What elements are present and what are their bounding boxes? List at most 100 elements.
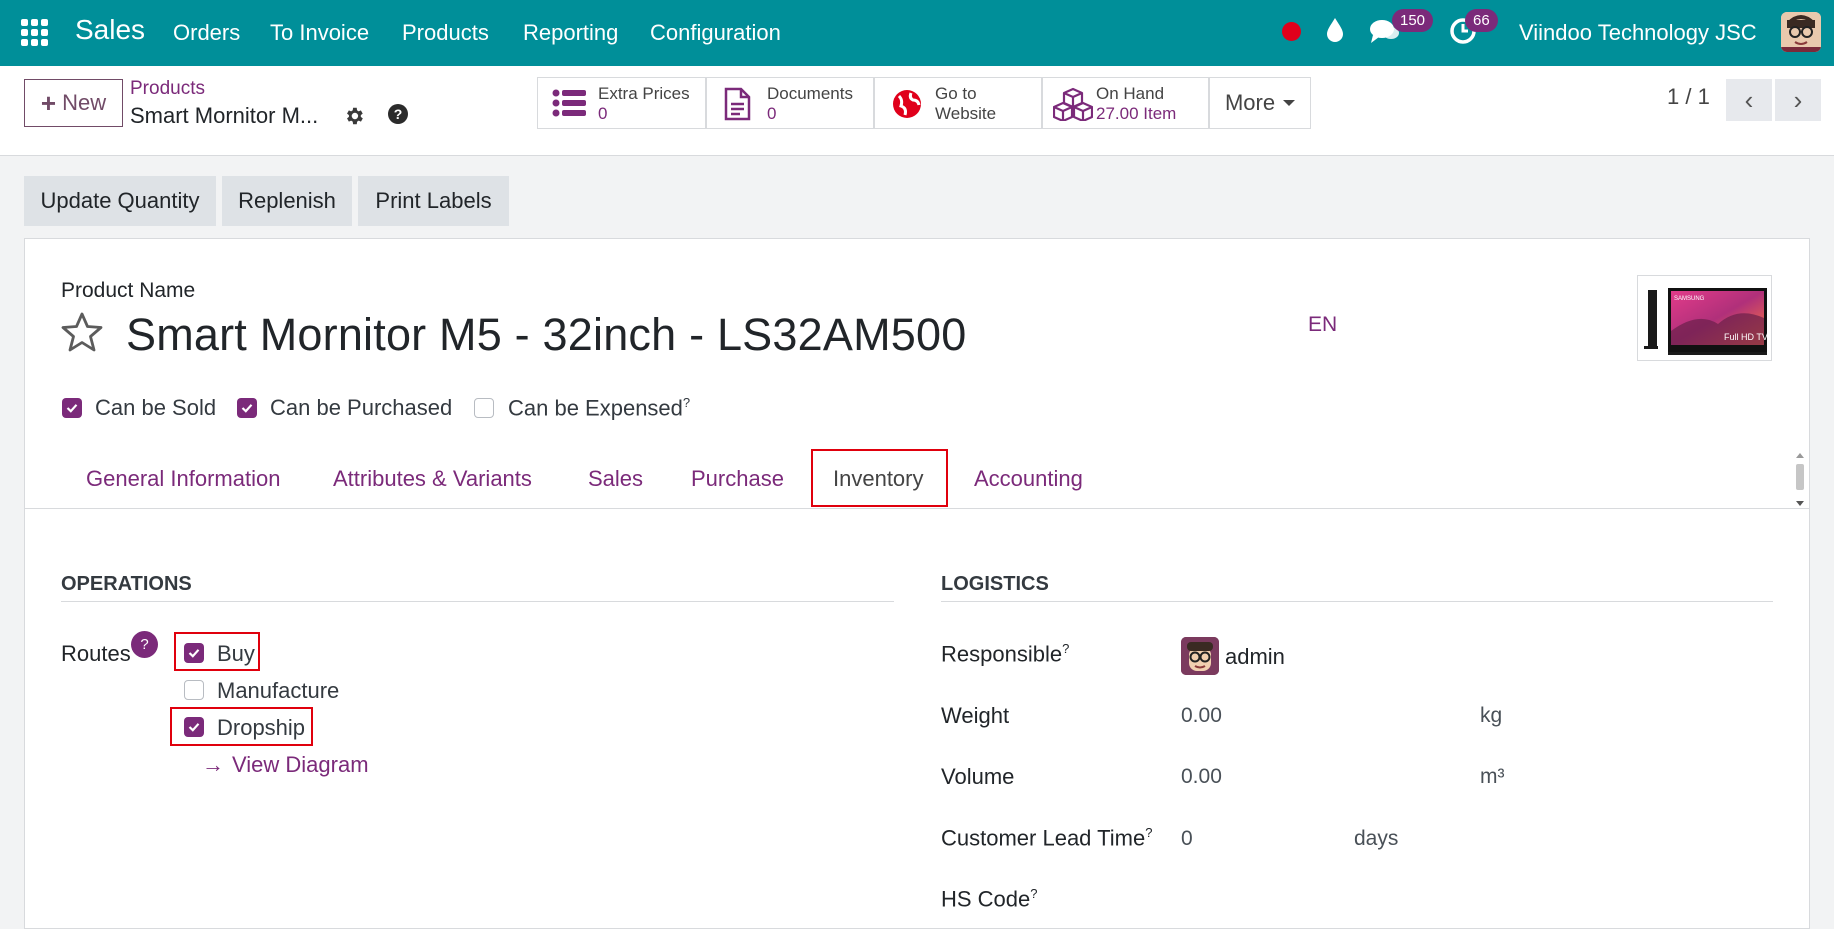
plus-icon: +: [40, 87, 57, 118]
operations-section-title: OPERATIONS: [61, 573, 192, 595]
route-dropship-checkbox[interactable]: [184, 717, 204, 737]
responsible-avatar: [1181, 637, 1219, 675]
menu-products[interactable]: Products: [402, 20, 489, 46]
responsible-text: Responsible: [941, 641, 1063, 667]
documents-button[interactable]: Documents 0: [706, 77, 874, 129]
route-manufacture-label[interactable]: Manufacture: [217, 678, 339, 704]
control-panel: + New Products Smart Mornitor M... ? Ext…: [0, 66, 1834, 156]
weight-label: Weight: [941, 703, 1010, 728]
view-diagram-label: View Diagram: [232, 752, 369, 777]
pager-next-button[interactable]: ›: [1775, 79, 1821, 121]
record-icon[interactable]: [1282, 22, 1301, 41]
product-name-label: Product Name: [61, 279, 196, 302]
check-icon: [241, 404, 253, 413]
weight-input[interactable]: 0.00: [1181, 704, 1222, 728]
customer-lead-time-text: Customer Lead Time: [941, 825, 1146, 851]
route-buy-label[interactable]: Buy: [217, 641, 255, 667]
menu-to-invoice[interactable]: To Invoice: [270, 20, 369, 46]
menu-orders[interactable]: Orders: [173, 20, 240, 46]
image-caption-text: Full HD TV: [1724, 332, 1768, 342]
globe-icon: [891, 88, 923, 125]
help-icon[interactable]: ?: [387, 103, 409, 130]
apps-menu-icon[interactable]: [21, 19, 48, 46]
breadcrumb-current: Smart Mornitor M...: [130, 103, 319, 128]
tabs-scrollbar[interactable]: [1794, 452, 1806, 507]
logistics-divider: [941, 601, 1773, 602]
check-icon: [188, 649, 200, 658]
check-icon: [188, 723, 200, 732]
new-button-label: New: [62, 90, 107, 115]
tab-inventory[interactable]: Inventory: [833, 466, 924, 492]
help-tooltip-mark[interactable]: ?: [1145, 825, 1152, 840]
list-icon: [552, 87, 588, 124]
cubes-icon: [1052, 87, 1094, 126]
can-be-expensed-text: Can be Expensed: [508, 395, 683, 421]
volume-unit: m³: [1480, 765, 1505, 788]
route-manufacture-checkbox[interactable]: [184, 680, 204, 700]
help-tooltip-mark[interactable]: ?: [683, 395, 690, 410]
go-to-website-button[interactable]: Go to Website: [874, 77, 1042, 129]
pager-previous-button[interactable]: ‹: [1726, 79, 1772, 121]
activities-count-badge: 66: [1465, 9, 1498, 32]
app-name[interactable]: Sales: [75, 14, 145, 46]
product-image[interactable]: SAMSUNG Full HD TV: [1637, 275, 1772, 361]
menu-configuration[interactable]: Configuration: [650, 20, 781, 46]
volume-label: Volume: [941, 764, 1015, 789]
extra-prices-value: 0: [598, 104, 608, 123]
tab-attributes-variants[interactable]: Attributes & Variants: [333, 466, 532, 492]
view-diagram-link[interactable]: → View Diagram: [202, 752, 369, 778]
responsible-value[interactable]: admin: [1225, 644, 1285, 670]
messages-count-badge: 150: [1392, 9, 1434, 32]
website-label: Website: [935, 104, 997, 123]
can-be-purchased-label[interactable]: Can be Purchased: [270, 395, 452, 421]
routes-help-icon[interactable]: ?: [131, 631, 158, 658]
drop-icon[interactable]: [1324, 16, 1346, 49]
volume-input[interactable]: 0.00: [1181, 765, 1222, 789]
tab-general-information[interactable]: General Information: [86, 466, 280, 492]
star-icon[interactable]: [60, 311, 104, 358]
company-switcher[interactable]: Viindoo Technology JSC: [1519, 20, 1757, 46]
on-hand-button[interactable]: On Hand 27.00 Item: [1042, 77, 1209, 129]
update-quantity-button[interactable]: Update Quantity: [24, 176, 216, 226]
documents-label: Documents: [767, 84, 853, 103]
can-be-purchased-checkbox[interactable]: [237, 398, 257, 418]
route-dropship-label[interactable]: Dropship: [217, 715, 305, 741]
extra-prices-button[interactable]: Extra Prices 0: [537, 77, 706, 129]
more-label: More: [1224, 90, 1276, 115]
hs-code-label: HS Code?: [941, 886, 1038, 912]
menu-reporting[interactable]: Reporting: [523, 20, 618, 46]
language-button[interactable]: EN: [1308, 313, 1337, 337]
user-avatar[interactable]: [1781, 12, 1821, 52]
customer-lead-time-input[interactable]: 0: [1181, 827, 1193, 851]
chevron-left-icon: ‹: [1744, 84, 1754, 115]
tab-purchase[interactable]: Purchase: [691, 466, 784, 492]
gear-icon[interactable]: [343, 105, 365, 132]
tab-accounting[interactable]: Accounting: [974, 466, 1083, 492]
weight-unit: kg: [1480, 704, 1503, 727]
more-button[interactable]: More: [1209, 77, 1311, 129]
tabs-divider: [25, 508, 1809, 509]
check-icon: [66, 404, 78, 413]
on-hand-label: On Hand: [1096, 84, 1165, 103]
route-buy-checkbox[interactable]: [184, 643, 204, 663]
tab-sales[interactable]: Sales: [588, 466, 643, 492]
breadcrumb-products[interactable]: Products: [130, 78, 205, 100]
can-be-sold-checkbox[interactable]: [62, 398, 82, 418]
print-labels-button[interactable]: Print Labels: [358, 176, 509, 226]
document-icon: [721, 87, 753, 126]
extra-prices-label: Extra Prices: [598, 84, 690, 103]
product-name-input[interactable]: Smart Mornitor M5 - 32inch - LS32AM500: [126, 309, 966, 361]
hs-code-text: HS Code: [941, 886, 1031, 912]
can-be-expensed-label[interactable]: Can be Expensed?: [508, 395, 690, 421]
can-be-sold-label[interactable]: Can be Sold: [95, 395, 216, 421]
can-be-expensed-checkbox[interactable]: [474, 398, 494, 418]
operations-divider: [61, 601, 894, 602]
svg-text:?: ?: [394, 106, 403, 122]
help-tooltip-mark[interactable]: ?: [1030, 886, 1037, 901]
help-tooltip-mark[interactable]: ?: [1062, 641, 1069, 656]
pager-value[interactable]: 1 / 1: [1667, 84, 1710, 110]
customer-lead-time-unit: days: [1354, 827, 1399, 850]
replenish-button[interactable]: Replenish: [222, 176, 352, 226]
image-brand-text: SAMSUNG: [1674, 296, 1705, 302]
new-button[interactable]: + New: [24, 79, 123, 127]
